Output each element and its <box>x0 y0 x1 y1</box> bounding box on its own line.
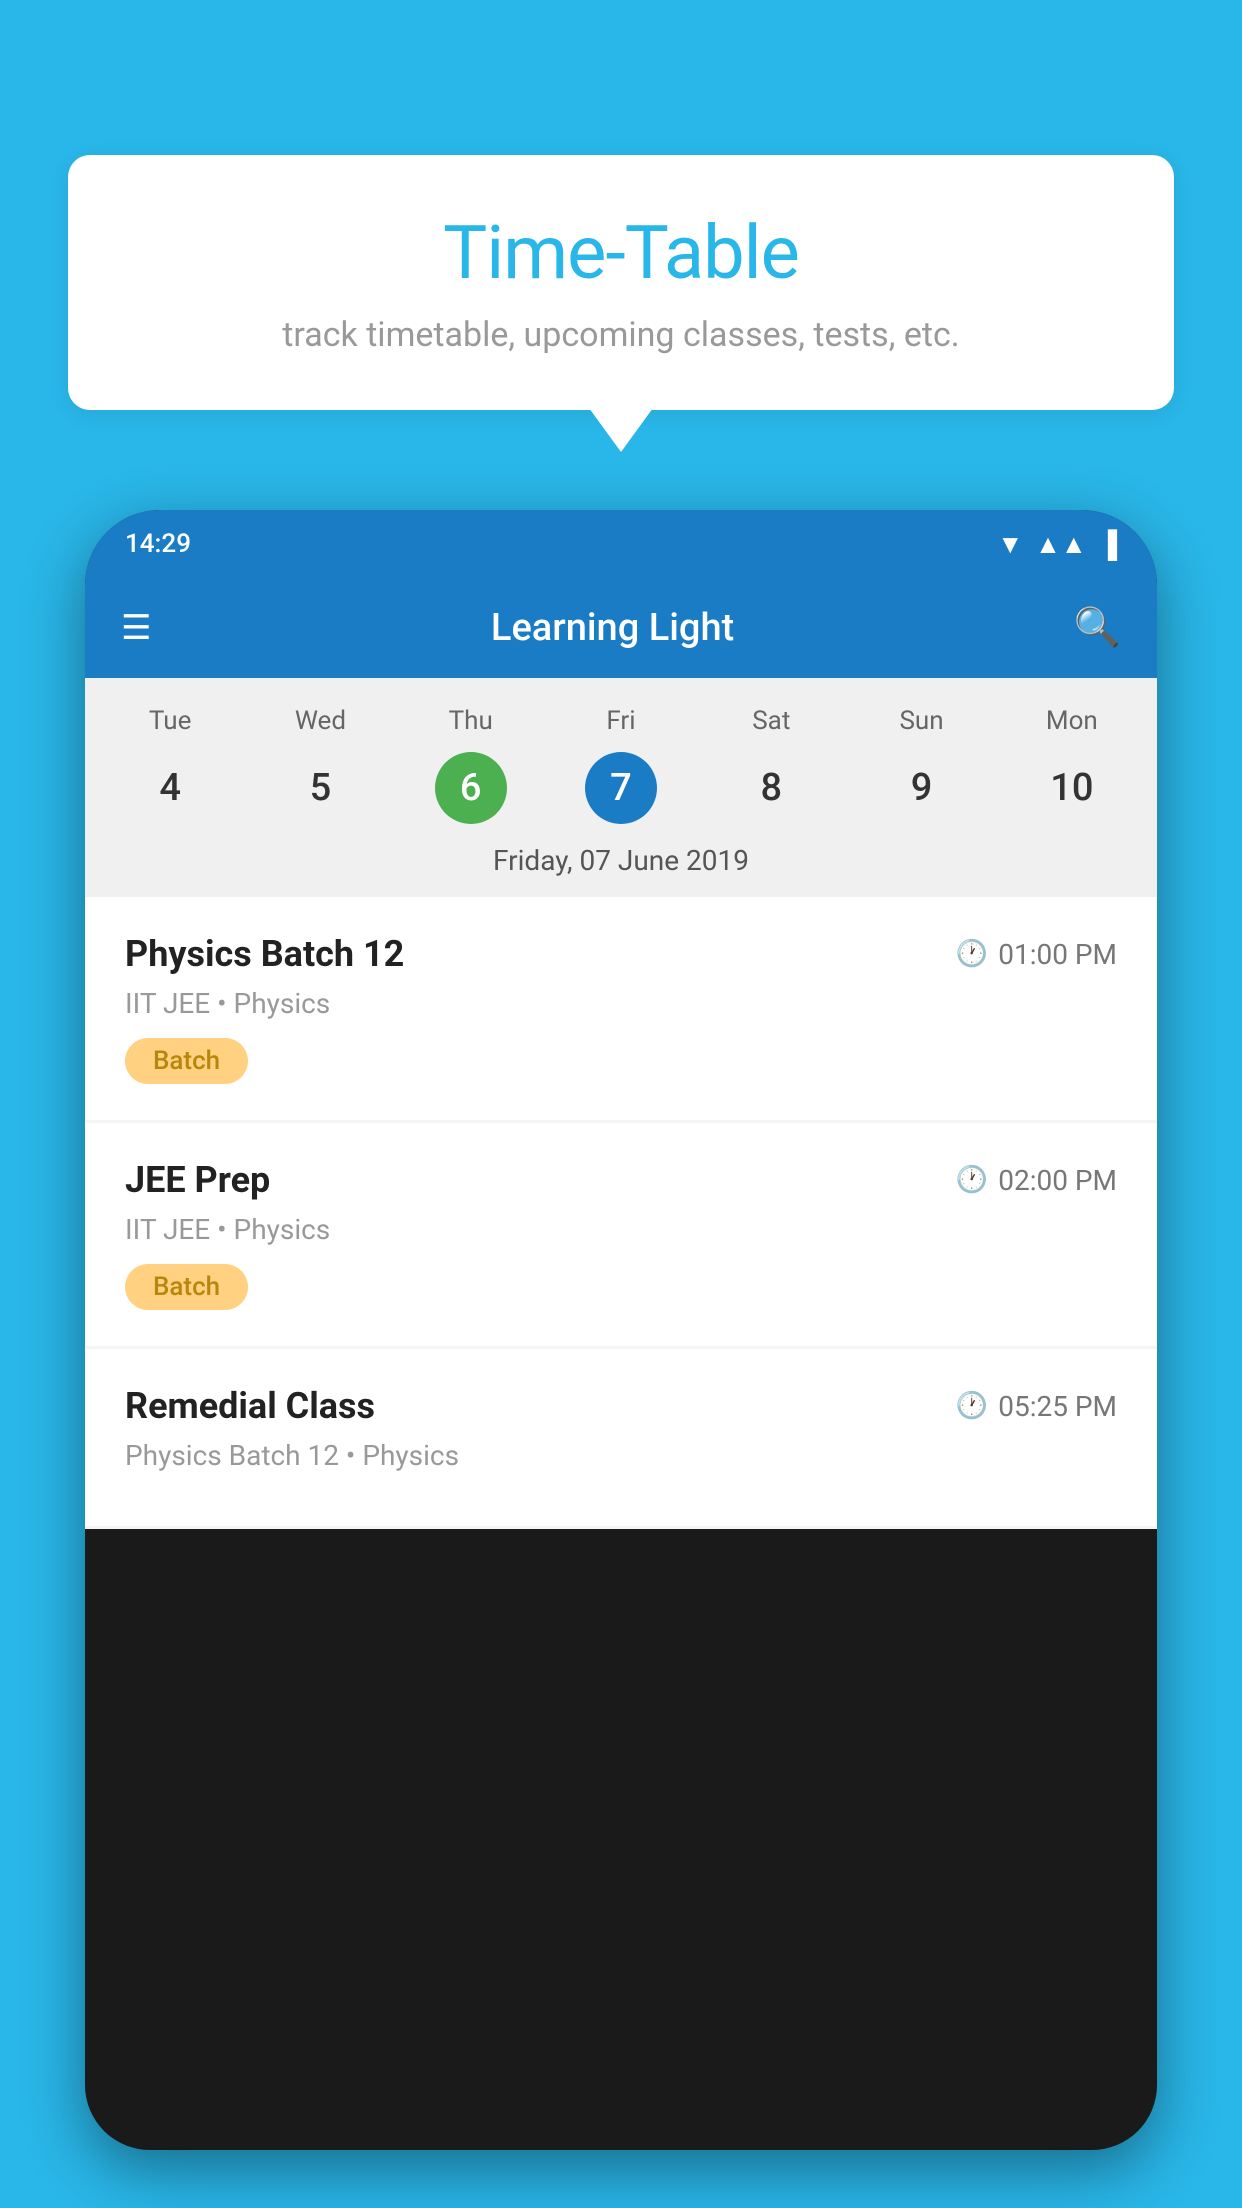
schedule-item-2-header: JEE Prep 🕐 02:00 PM <box>125 1159 1117 1201</box>
schedule-time-3: 🕐 05:25 PM <box>956 1390 1117 1423</box>
schedule-item-1-header: Physics Batch 12 🕐 01:00 PM <box>125 933 1117 975</box>
schedule-list: Physics Batch 12 🕐 01:00 PM IIT JEE • Ph… <box>85 897 1157 1529</box>
day-header-wed: Wed <box>245 698 395 744</box>
day-header-mon: Mon <box>997 698 1147 744</box>
phone-frame: 14:29 ▼ ▲▲ ▐ ☰ Learning Light 🔍 Tue Wed … <box>85 510 1157 2150</box>
schedule-item-1[interactable]: Physics Batch 12 🕐 01:00 PM IIT JEE • Ph… <box>85 897 1157 1120</box>
batch-badge-2: Batch <box>125 1264 248 1310</box>
day-header-thu: Thu <box>396 698 546 744</box>
clock-icon-1: 🕐 <box>956 939 988 969</box>
calendar-strip: Tue Wed Thu Fri Sat Sun Mon 4 5 6 7 8 9 … <box>85 678 1157 897</box>
schedule-title-2: JEE Prep <box>125 1159 270 1201</box>
schedule-subtitle-3: Physics Batch 12 • Physics <box>125 1439 1117 1472</box>
day-4[interactable]: 4 <box>134 752 206 824</box>
day-header-tue: Tue <box>95 698 245 744</box>
speech-bubble: Time-Table track timetable, upcoming cla… <box>68 155 1174 410</box>
phone-wrapper: 14:29 ▼ ▲▲ ▐ ☰ Learning Light 🔍 Tue Wed … <box>85 510 1157 2208</box>
schedule-item-3[interactable]: Remedial Class 🕐 05:25 PM Physics Batch … <box>85 1349 1157 1526</box>
day-header-sat: Sat <box>696 698 846 744</box>
app-title: Learning Light <box>181 606 1043 650</box>
day-8[interactable]: 8 <box>735 752 807 824</box>
schedule-time-1: 🕐 01:00 PM <box>956 938 1117 971</box>
day-numbers: 4 5 6 7 8 9 10 <box>85 744 1157 832</box>
schedule-title-3: Remedial Class <box>125 1385 375 1427</box>
day-9[interactable]: 9 <box>886 752 958 824</box>
schedule-item-2[interactable]: JEE Prep 🕐 02:00 PM IIT JEE • Physics Ba… <box>85 1123 1157 1346</box>
day-7-selected[interactable]: 7 <box>585 752 657 824</box>
app-bar: ☰ Learning Light 🔍 <box>85 578 1157 678</box>
day-header-sun: Sun <box>846 698 996 744</box>
day-headers: Tue Wed Thu Fri Sat Sun Mon <box>85 698 1157 744</box>
speech-bubble-container: Time-Table track timetable, upcoming cla… <box>68 155 1174 410</box>
bubble-title: Time-Table <box>128 210 1114 297</box>
signal-icon: ▲▲ <box>1035 529 1086 560</box>
schedule-time-2: 🕐 02:00 PM <box>956 1164 1117 1197</box>
day-header-fri: Fri <box>546 698 696 744</box>
selected-date-label: Friday, 07 June 2019 <box>85 832 1157 897</box>
hamburger-icon[interactable]: ☰ <box>121 608 151 648</box>
schedule-subtitle-1: IIT JEE • Physics <box>125 987 1117 1020</box>
clock-icon-3: 🕐 <box>956 1391 988 1421</box>
status-bar: 14:29 ▼ ▲▲ ▐ <box>85 510 1157 578</box>
status-icons: ▼ ▲▲ ▐ <box>997 529 1117 560</box>
status-time: 14:29 <box>125 529 191 559</box>
batch-badge-1: Batch <box>125 1038 248 1084</box>
schedule-subtitle-2: IIT JEE • Physics <box>125 1213 1117 1246</box>
search-icon[interactable]: 🔍 <box>1074 606 1121 650</box>
battery-icon: ▐ <box>1099 529 1117 560</box>
bubble-subtitle: track timetable, upcoming classes, tests… <box>128 315 1114 355</box>
day-10[interactable]: 10 <box>1036 752 1108 824</box>
day-6-today[interactable]: 6 <box>435 752 507 824</box>
day-5[interactable]: 5 <box>284 752 356 824</box>
clock-icon-2: 🕐 <box>956 1165 988 1195</box>
wifi-icon: ▼ <box>997 529 1023 560</box>
schedule-item-3-header: Remedial Class 🕐 05:25 PM <box>125 1385 1117 1427</box>
schedule-title-1: Physics Batch 12 <box>125 933 404 975</box>
